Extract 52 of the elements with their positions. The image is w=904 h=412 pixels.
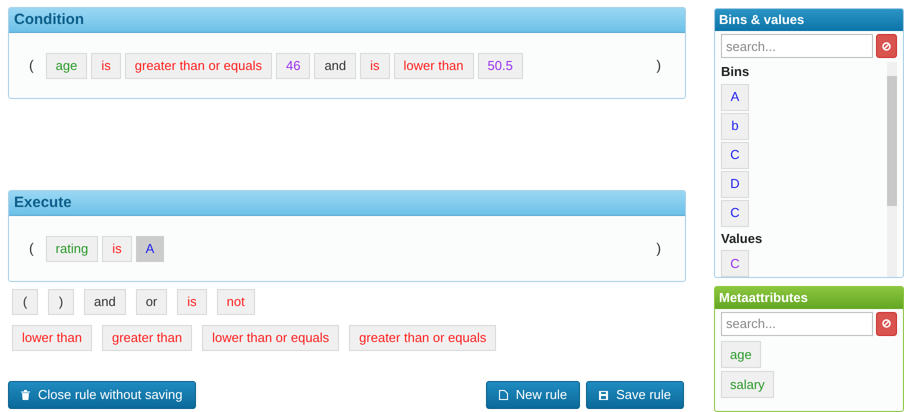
- palette-chip[interactable]: or: [136, 289, 168, 315]
- palette-chip[interactable]: is: [177, 289, 207, 315]
- palette-chip[interactable]: not: [216, 289, 255, 315]
- prohibit-icon: [882, 42, 891, 50]
- close-paren: ): [656, 56, 661, 75]
- list-item[interactable]: salary: [721, 370, 774, 398]
- search-field[interactable]: search...: [721, 312, 873, 336]
- panel-title: Bins & values: [719, 11, 804, 30]
- new-rule-button[interactable]: New rule: [486, 381, 580, 409]
- section-heading: Bins: [721, 63, 750, 81]
- token-chip[interactable]: lower than: [394, 52, 474, 78]
- close-paren: ): [656, 239, 661, 258]
- close-rule-button[interactable]: Close rule without saving: [8, 381, 196, 409]
- list-item[interactable]: A: [721, 84, 749, 110]
- section-heading: Values: [721, 230, 764, 248]
- open-paren: (: [29, 239, 34, 258]
- palette-chip[interactable]: lower than: [12, 325, 92, 351]
- clear-button[interactable]: [876, 312, 897, 336]
- save-rule-button[interactable]: Save rule: [586, 381, 684, 409]
- panel-title: Metaattributes: [719, 289, 808, 308]
- token-chip[interactable]: rating: [46, 236, 98, 262]
- palette-chip[interactable]: greater than: [102, 325, 192, 351]
- save-icon: [599, 390, 608, 400]
- palette-chip[interactable]: greater than or equals: [349, 325, 496, 351]
- token-chip[interactable]: A: [136, 236, 164, 262]
- token-chip[interactable]: greater than or equals: [124, 52, 272, 78]
- list-item[interactable]: C: [721, 142, 749, 168]
- token-chip[interactable]: 46: [276, 52, 310, 78]
- document-icon: [498, 390, 508, 400]
- token-chip[interactable]: and: [314, 52, 356, 78]
- panel-title: Condition: [14, 10, 84, 30]
- list-item[interactable]: age: [721, 340, 761, 368]
- token-chip[interactable]: age: [46, 52, 88, 78]
- palette-chip[interactable]: ): [48, 289, 74, 315]
- palette-chip[interactable]: lower than or equals: [202, 325, 340, 351]
- scrollbar[interactable]: [887, 62, 897, 277]
- search-field[interactable]: search...: [721, 34, 873, 58]
- trash-icon: [21, 390, 30, 400]
- panel-title: Execute: [14, 192, 72, 213]
- clear-button[interactable]: [876, 34, 897, 58]
- prohibit-icon: [882, 319, 891, 328]
- token-chip[interactable]: is: [91, 52, 121, 78]
- token-chip[interactable]: is: [360, 52, 390, 78]
- token-chip[interactable]: 50.5: [478, 52, 523, 78]
- open-paren: (: [29, 56, 34, 75]
- list-item[interactable]: D: [721, 170, 749, 198]
- list-item[interactable]: C: [721, 250, 749, 277]
- palette-chip[interactable]: (: [12, 289, 38, 315]
- list-item[interactable]: C: [721, 200, 749, 226]
- list-item[interactable]: b: [721, 112, 749, 140]
- palette-chip[interactable]: and: [84, 289, 126, 315]
- token-chip[interactable]: is: [102, 236, 132, 262]
